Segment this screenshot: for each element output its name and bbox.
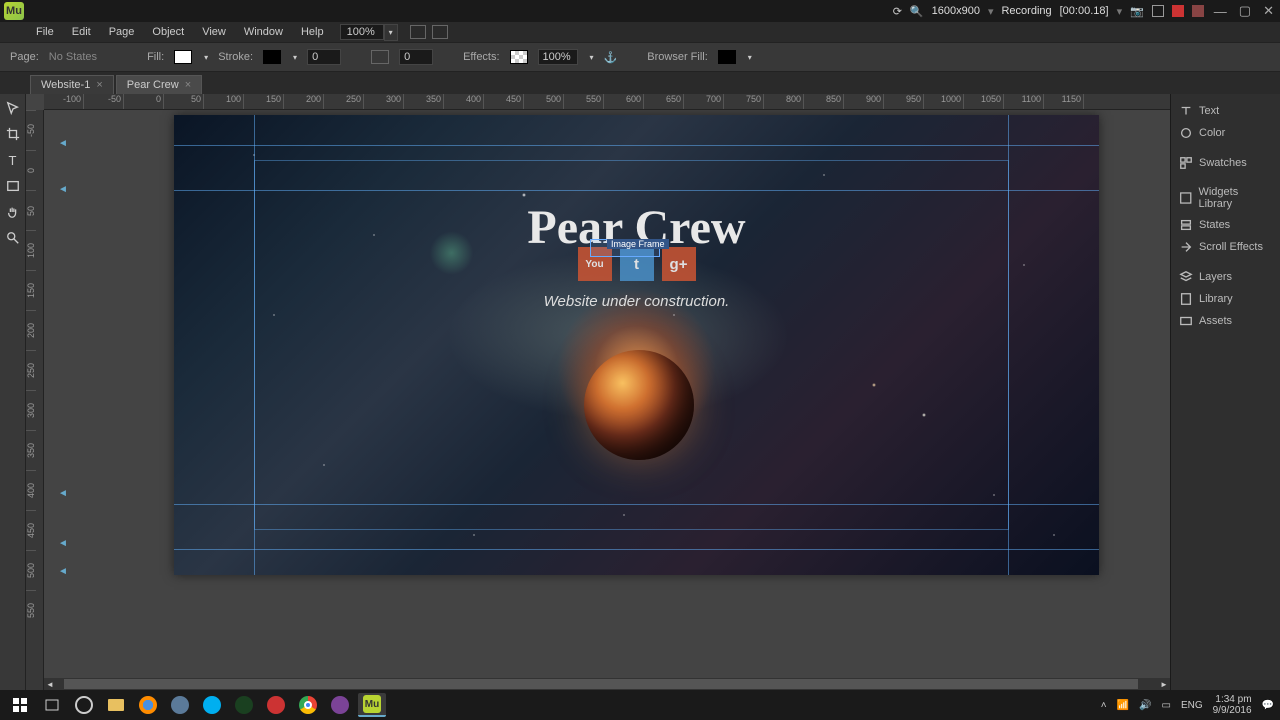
selection-tool[interactable] bbox=[3, 98, 23, 118]
panel-assets[interactable]: Assets bbox=[1171, 310, 1280, 332]
panel-library[interactable]: Library bbox=[1171, 288, 1280, 310]
camera-icon[interactable]: 📷 bbox=[1130, 5, 1144, 18]
page-label: Page: bbox=[10, 51, 39, 63]
panels-dock: Text Color Swatches Widgets Library Stat… bbox=[1170, 94, 1280, 690]
tray-battery-icon[interactable]: ▭ bbox=[1161, 700, 1170, 711]
document-tabs: Website-1 × Pear Crew × bbox=[0, 72, 1280, 94]
opacity-value[interactable]: 100% bbox=[538, 49, 578, 65]
rectangle-tool[interactable] bbox=[3, 176, 23, 196]
firefox-icon[interactable] bbox=[134, 693, 162, 717]
recording-label: Recording bbox=[1001, 5, 1051, 17]
toolbar-icon-1[interactable] bbox=[410, 25, 426, 39]
app-icon-1[interactable] bbox=[166, 693, 194, 717]
panel-text[interactable]: Text bbox=[1171, 100, 1280, 122]
text-tool[interactable]: T bbox=[3, 150, 23, 170]
menu-object[interactable]: Object bbox=[144, 26, 192, 38]
menubar: File Edit Page Object View Window Help 1… bbox=[0, 22, 1280, 42]
zoom-combo[interactable]: 100% ▾ bbox=[340, 24, 398, 41]
tray-network-icon[interactable]: 📶 bbox=[1117, 700, 1129, 711]
sync-icon[interactable]: ⟳ bbox=[893, 5, 902, 18]
task-view[interactable] bbox=[38, 693, 66, 717]
browser-fill-label: Browser Fill: bbox=[647, 51, 708, 63]
titlebar: Mu ⟳ 🔍 1600x900 ▾ Recording [00:00.18] ▾… bbox=[0, 0, 1280, 22]
taskbar: Mu ˄ 📶 🔊 ▭ ENG 1:34 pm9/9/2016 💬 bbox=[0, 690, 1280, 720]
googleplus-icon[interactable]: g+ bbox=[662, 247, 696, 281]
page-subtitle[interactable]: Website under construction. bbox=[174, 293, 1099, 310]
scroll-left[interactable]: ◄ bbox=[44, 678, 56, 690]
effects-label: Effects: bbox=[463, 51, 499, 63]
crop-tool[interactable] bbox=[3, 124, 23, 144]
planet-graphic bbox=[584, 350, 694, 460]
menu-window[interactable]: Window bbox=[236, 26, 291, 38]
panel-scroll-effects[interactable]: Scroll Effects bbox=[1171, 236, 1280, 258]
fill-swatch[interactable] bbox=[174, 50, 192, 64]
selection-label: Image Frame bbox=[607, 239, 669, 249]
app-logo: Mu bbox=[4, 2, 24, 20]
muse-icon[interactable]: Mu bbox=[358, 693, 386, 717]
recording-time: [00:00.18] bbox=[1060, 5, 1109, 17]
tools-panel: T bbox=[0, 94, 26, 690]
tray-clock[interactable]: 1:34 pm9/9/2016 bbox=[1213, 694, 1252, 716]
tray-volume-icon[interactable]: 🔊 bbox=[1139, 700, 1151, 711]
stroke-swatch[interactable] bbox=[263, 50, 281, 64]
canvas-area[interactable]: -100-50050100150200250300350400450500550… bbox=[26, 94, 1170, 690]
cortana-icon[interactable] bbox=[70, 693, 98, 717]
chrome-icon[interactable] bbox=[294, 693, 322, 717]
start-button[interactable] bbox=[6, 693, 34, 717]
app-icon-2[interactable] bbox=[230, 693, 258, 717]
fill-label: Fill: bbox=[147, 51, 164, 63]
menu-file[interactable]: File bbox=[28, 26, 62, 38]
scroll-right[interactable]: ► bbox=[1158, 678, 1170, 690]
tray-chevron-icon[interactable]: ˄ bbox=[1101, 700, 1107, 711]
vertical-ruler: -50050100150200250300350400450500550 bbox=[26, 110, 44, 690]
panel-swatches[interactable]: Swatches bbox=[1171, 152, 1280, 174]
tab-website-1[interactable]: Website-1 × bbox=[30, 75, 114, 94]
effects-swatch[interactable] bbox=[510, 50, 528, 64]
hand-tool[interactable] bbox=[3, 202, 23, 222]
panel-widgets[interactable]: Widgets Library bbox=[1171, 182, 1280, 214]
panel-layers[interactable]: Layers bbox=[1171, 266, 1280, 288]
system-tray: ˄ 📶 🔊 ▭ ENG 1:34 pm9/9/2016 💬 bbox=[1101, 694, 1274, 716]
minimize-button[interactable]: — bbox=[1212, 4, 1229, 19]
zoom-value[interactable]: 100% bbox=[340, 24, 384, 40]
search-icon[interactable]: 🔍 bbox=[910, 5, 924, 18]
menu-page[interactable]: Page bbox=[101, 26, 143, 38]
close-icon[interactable]: × bbox=[96, 79, 102, 91]
stroke-label: Stroke: bbox=[218, 51, 253, 63]
horizontal-ruler: -100-50050100150200250300350400450500550… bbox=[44, 94, 1170, 110]
tray-notifications-icon[interactable]: 💬 bbox=[1262, 700, 1274, 711]
menu-help[interactable]: Help bbox=[293, 26, 332, 38]
stop-button[interactable] bbox=[1192, 5, 1204, 17]
close-icon[interactable]: × bbox=[185, 79, 191, 91]
stroke-width[interactable] bbox=[307, 49, 341, 65]
options-bar: Page: No States Fill: ▾ Stroke: ▾ Effect… bbox=[0, 42, 1280, 72]
zoom-dropdown-arrow[interactable]: ▾ bbox=[384, 24, 398, 41]
panel-color[interactable]: Color bbox=[1171, 122, 1280, 144]
zoom-tool[interactable] bbox=[3, 228, 23, 248]
tab-label: Pear Crew bbox=[127, 79, 179, 91]
menu-view[interactable]: View bbox=[194, 26, 234, 38]
record-button[interactable] bbox=[1152, 5, 1164, 17]
close-button[interactable]: ✕ bbox=[1261, 3, 1276, 19]
explorer-icon[interactable] bbox=[102, 693, 130, 717]
browser-fill-swatch[interactable] bbox=[718, 50, 736, 64]
menu-edit[interactable]: Edit bbox=[64, 26, 99, 38]
maximize-button[interactable]: ▢ bbox=[1237, 3, 1253, 19]
design-page[interactable]: Pear Crew You t g+ Website under constru… bbox=[174, 115, 1099, 575]
corner-icon[interactable] bbox=[371, 50, 389, 64]
panel-states[interactable]: States bbox=[1171, 214, 1280, 236]
app-icon-3[interactable] bbox=[326, 693, 354, 717]
anchor-icon[interactable]: ⚓ bbox=[604, 51, 618, 64]
tab-label: Website-1 bbox=[41, 79, 90, 91]
tab-pear-crew[interactable]: Pear Crew × bbox=[116, 75, 202, 94]
resolution-label: 1600x900 bbox=[932, 5, 980, 17]
toolbar-icon-2[interactable] bbox=[432, 25, 448, 39]
recorder-icon[interactable] bbox=[262, 693, 290, 717]
pause-button[interactable] bbox=[1172, 5, 1184, 17]
tray-lang[interactable]: ENG bbox=[1181, 700, 1203, 711]
page-value[interactable]: No States bbox=[49, 51, 97, 63]
corner-radius[interactable] bbox=[399, 49, 433, 65]
horizontal-scrollbar[interactable] bbox=[44, 678, 1158, 690]
skype-icon[interactable] bbox=[198, 693, 226, 717]
